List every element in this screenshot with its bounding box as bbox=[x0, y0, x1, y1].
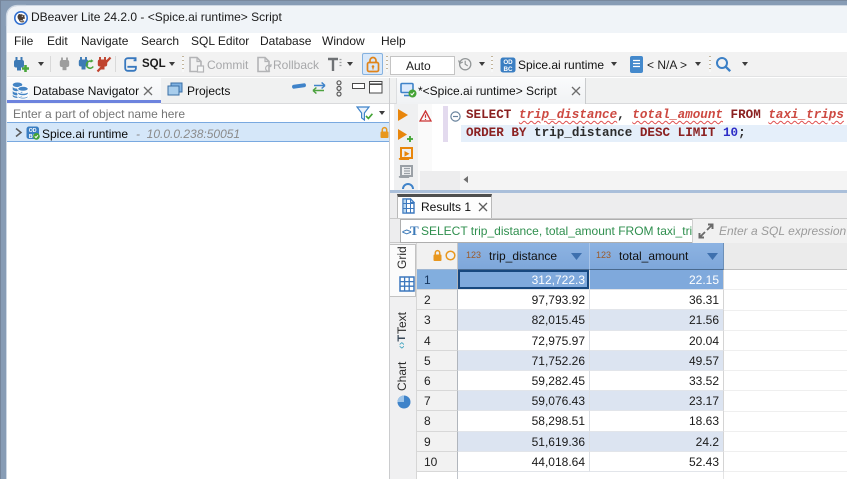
svg-text:BC: BC bbox=[504, 66, 513, 73]
